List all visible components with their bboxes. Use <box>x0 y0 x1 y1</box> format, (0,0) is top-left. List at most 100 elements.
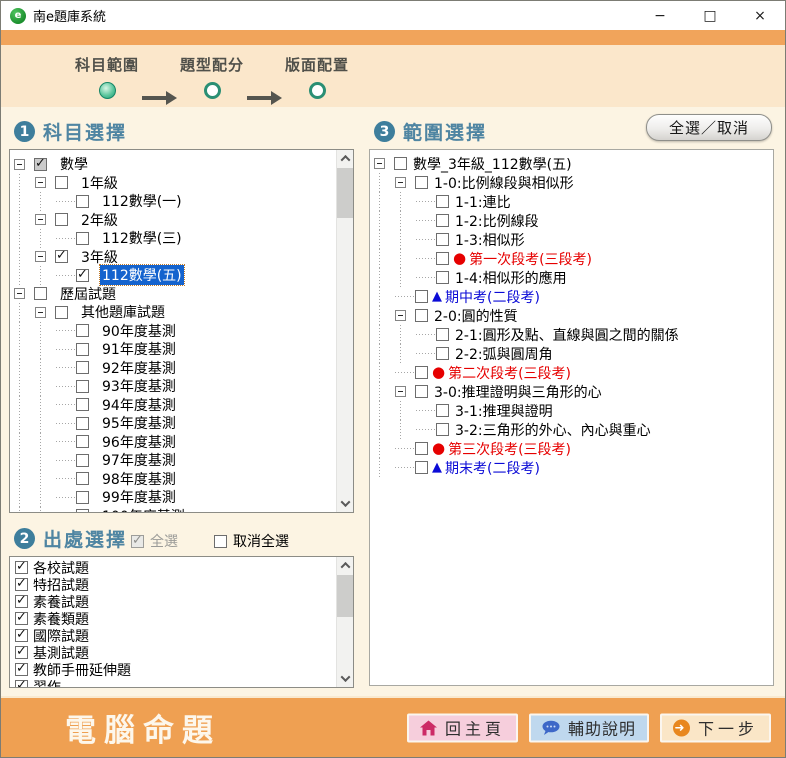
tree-checkbox-checked[interactable] <box>76 269 89 282</box>
tree-label[interactable]: 第二次段考(三段考) <box>446 363 573 383</box>
tree-checkbox-unchecked[interactable] <box>415 309 428 322</box>
tree-label[interactable]: 92年度基測 <box>100 358 178 378</box>
tree-label[interactable]: 94年度基測 <box>100 395 178 415</box>
tree-checkbox-unchecked[interactable] <box>415 176 428 189</box>
tree-label[interactable]: 97年度基測 <box>100 450 178 470</box>
list-item[interactable]: 基測試題 <box>14 644 336 661</box>
tree-label[interactable]: 93年度基測 <box>100 376 178 396</box>
minimize-button[interactable]: − <box>635 1 685 30</box>
scroll-up-button[interactable] <box>337 150 353 167</box>
tree-label[interactable]: 100年度基測 <box>100 506 187 512</box>
tree-label[interactable]: 2年級 <box>79 210 120 230</box>
tree-checkbox-unchecked[interactable] <box>415 290 428 303</box>
tree-checkbox-unchecked[interactable] <box>55 213 68 226</box>
tree-label[interactable]: 3-0:推理證明與三角形的心 <box>432 382 604 402</box>
list-checkbox-checked[interactable] <box>15 595 28 608</box>
tree-label[interactable]: 2-0:圓的性質 <box>432 306 520 326</box>
tree-label[interactable]: 1年級 <box>79 173 120 193</box>
tree-label[interactable]: 期末考(二段考) <box>443 458 542 478</box>
tree-checkbox-unchecked[interactable] <box>76 195 89 208</box>
list-checkbox-checked[interactable] <box>15 646 28 659</box>
tree-checkbox-indeterminate[interactable] <box>34 158 47 171</box>
window-titlebar[interactable]: e 南e題庫系統 − □ × <box>1 1 785 30</box>
help-button[interactable]: 輔助說明 <box>529 713 649 742</box>
tree-checkbox-unchecked[interactable] <box>76 435 89 448</box>
list-item[interactable]: 各校試題 <box>14 559 336 576</box>
list-checkbox-checked[interactable] <box>15 663 28 676</box>
tree-label[interactable]: 第一次段考(三段考) <box>467 249 594 269</box>
tree-label[interactable]: 3-2:三角形的外心、內心與重心 <box>453 420 653 440</box>
tree-checkbox-unchecked[interactable] <box>436 271 449 284</box>
tree-checkbox-unchecked[interactable] <box>55 176 68 189</box>
tree-label[interactable]: 1-1:連比 <box>453 192 513 212</box>
tree-label[interactable]: 1-3:相似形 <box>453 230 527 250</box>
tree-checkbox-unchecked[interactable] <box>76 232 89 245</box>
tree-checkbox-unchecked[interactable] <box>436 423 449 436</box>
tree-label[interactable]: 3年級 <box>79 247 120 267</box>
tree-checkbox-checked[interactable] <box>55 250 68 263</box>
source-list-scrollbar[interactable] <box>336 557 353 687</box>
tree-label[interactable]: 1-2:比例線段 <box>453 211 541 231</box>
tree-label[interactable]: 95年度基測 <box>100 413 178 433</box>
tree-collapse-toggle[interactable] <box>14 288 25 299</box>
tree-collapse-toggle[interactable] <box>35 251 46 262</box>
tree-checkbox-unchecked[interactable] <box>34 287 47 300</box>
tree-collapse-toggle[interactable] <box>395 310 406 321</box>
scroll-up-button[interactable] <box>337 557 353 574</box>
tree-checkbox-unchecked[interactable] <box>76 509 89 512</box>
tree-label[interactable]: 96年度基測 <box>100 432 178 452</box>
tree-checkbox-unchecked[interactable] <box>55 306 68 319</box>
scroll-down-button[interactable] <box>337 495 353 512</box>
tree-label[interactable]: 數學 <box>58 154 90 174</box>
tree-checkbox-unchecked[interactable] <box>436 404 449 417</box>
tree-label[interactable]: 112數學(一) <box>100 191 184 211</box>
subject-tree-scrollbar[interactable] <box>336 150 353 512</box>
tree-checkbox-unchecked[interactable] <box>436 233 449 246</box>
tree-checkbox-unchecked[interactable] <box>76 324 89 337</box>
list-checkbox-checked[interactable] <box>15 629 28 642</box>
tree-label[interactable]: 91年度基測 <box>100 339 178 359</box>
tree-label[interactable]: 98年度基測 <box>100 469 178 489</box>
tree-collapse-toggle[interactable] <box>35 307 46 318</box>
tree-checkbox-unchecked[interactable] <box>415 442 428 455</box>
tree-checkbox-unchecked[interactable] <box>76 454 89 467</box>
tree-label[interactable]: 112數學(五) <box>100 265 184 285</box>
tree-checkbox-unchecked[interactable] <box>436 195 449 208</box>
tree-collapse-toggle[interactable] <box>374 158 385 169</box>
tree-checkbox-unchecked[interactable] <box>76 398 89 411</box>
tree-checkbox-unchecked[interactable] <box>415 461 428 474</box>
tree-checkbox-unchecked[interactable] <box>436 328 449 341</box>
tree-checkbox-unchecked[interactable] <box>415 366 428 379</box>
tree-label[interactable]: 其他題庫試題 <box>79 302 167 322</box>
tree-collapse-toggle[interactable] <box>395 177 406 188</box>
tree-label[interactable]: 第三次段考(三段考) <box>446 439 573 459</box>
tree-checkbox-unchecked[interactable] <box>76 491 89 504</box>
tree-checkbox-unchecked[interactable] <box>76 343 89 356</box>
tree-checkbox-unchecked[interactable] <box>436 347 449 360</box>
list-item[interactable]: 特招試題 <box>14 576 336 593</box>
tree-label[interactable]: 1-4:相似形的應用 <box>453 268 569 288</box>
checkbox-checked-disabled[interactable] <box>131 535 144 548</box>
tree-checkbox-unchecked[interactable] <box>436 252 449 265</box>
scroll-down-button[interactable] <box>337 670 353 687</box>
tree-checkbox-unchecked[interactable] <box>76 361 89 374</box>
maximize-button[interactable]: □ <box>685 1 735 30</box>
tree-checkbox-unchecked[interactable] <box>76 472 89 485</box>
list-checkbox-checked[interactable] <box>15 612 28 625</box>
tree-label[interactable]: 1-0:比例線段與相似形 <box>432 173 576 193</box>
scroll-thumb[interactable] <box>337 168 353 218</box>
tree-label[interactable]: 99年度基測 <box>100 487 178 507</box>
tree-checkbox-unchecked[interactable] <box>436 214 449 227</box>
tree-label[interactable]: 數學_3年級_112數學(五) <box>411 154 574 174</box>
deselect-all-checkbox[interactable]: 取消全選 <box>214 531 289 551</box>
list-item[interactable]: 素養類題 <box>14 610 336 627</box>
tree-checkbox-unchecked[interactable] <box>394 157 407 170</box>
tree-collapse-toggle[interactable] <box>395 386 406 397</box>
tree-checkbox-unchecked[interactable] <box>76 417 89 430</box>
tree-collapse-toggle[interactable] <box>35 177 46 188</box>
next-button[interactable]: ➜ 下一步 <box>660 713 771 742</box>
tree-checkbox-unchecked[interactable] <box>76 380 89 393</box>
list-item[interactable]: 國際試題 <box>14 627 336 644</box>
close-button[interactable]: × <box>735 1 785 30</box>
list-checkbox-checked[interactable] <box>15 680 28 687</box>
